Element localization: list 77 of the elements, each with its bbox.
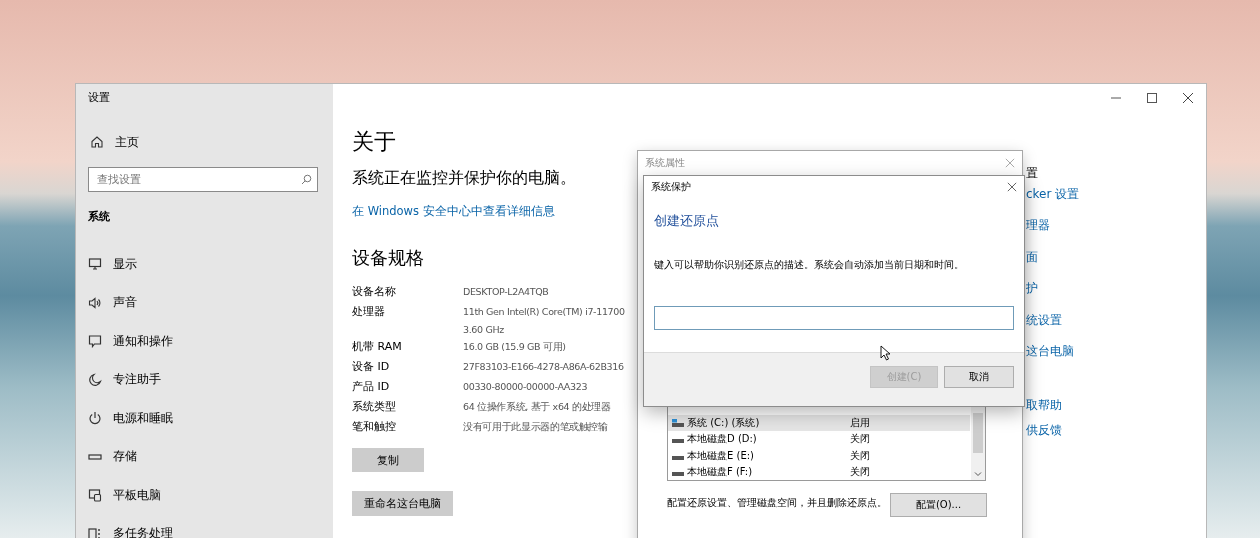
drive-row[interactable]: 系统 (C:) (系统) 启用 <box>668 415 970 432</box>
protection-status: 系统正在监控并保护你的电脑。 <box>352 167 576 189</box>
cancel-button[interactable]: 取消 <box>944 366 1014 388</box>
tablet-icon <box>88 488 102 503</box>
sidebar-item[interactable]: 通知和操作 <box>113 332 173 350</box>
sidebar-item[interactable]: 电源和睡眠 <box>113 409 173 427</box>
sidebar-item[interactable]: 专注助手 <box>113 371 161 389</box>
protection-status: 关闭 <box>850 432 871 447</box>
spec-value: 00330-80000-00000-AA323 <box>463 380 588 394</box>
window-title: 系统属性 <box>645 155 685 170</box>
dialog-heading: 创建还原点 <box>654 212 719 230</box>
spec-label: 机带 RAM <box>352 339 403 355</box>
related-link[interactable]: 理器 <box>1026 215 1050 236</box>
drive-row[interactable]: 本地磁盘F (F:) 关闭 <box>668 463 971 480</box>
related-link[interactable]: 这台电脑 <box>1026 340 1074 361</box>
monitor-icon <box>88 257 102 272</box>
window-title: 设置 <box>88 90 110 106</box>
description-input-field[interactable] <box>654 306 1014 330</box>
section-heading: 设备规格 <box>352 246 424 270</box>
page-title: 关于 <box>352 128 396 156</box>
close-icon[interactable] <box>1182 92 1194 104</box>
copy-button[interactable]: 复制 <box>352 448 424 472</box>
sidebar-item[interactable]: 声音 <box>113 294 137 312</box>
drive-name: 系统 (C:) (系统) <box>687 416 760 431</box>
spec-label: 处理器 <box>352 304 386 320</box>
sidebar-item[interactable]: 显示 <box>113 255 137 273</box>
home-link[interactable]: 主页 <box>115 133 139 151</box>
maximize-icon[interactable] <box>1146 92 1158 104</box>
search-field[interactable]: 查找设置 <box>88 167 318 192</box>
config-description: 配置还原设置、管理磁盘空间，并且删除还原点。 <box>667 496 887 510</box>
spec-label: 设备 ID <box>352 359 391 375</box>
protection-status: 启用 <box>850 416 871 431</box>
protection-status: 关闭 <box>850 448 871 463</box>
chevron-down-icon[interactable] <box>974 471 982 477</box>
security-center-link[interactable]: 在 Windows 安全中心中查看详细信息 <box>352 202 555 220</box>
multitask-icon <box>88 526 102 538</box>
section-heading: 置 <box>1026 165 1038 182</box>
section-heading: 系统 <box>88 209 110 225</box>
related-link[interactable]: 面 <box>1026 246 1038 267</box>
drive-row[interactable]: 本地磁盘E (E:) 关闭 <box>668 447 971 464</box>
speaker-icon <box>88 295 102 310</box>
dialog-title: 系统保护 <box>651 180 691 194</box>
drive-name: 本地磁盘D (D:) <box>687 432 757 447</box>
close-icon[interactable] <box>1007 182 1017 192</box>
rename-button[interactable]: 重命名这台电脑 <box>352 491 453 516</box>
configure-button[interactable]: 配置(O)... <box>890 493 987 517</box>
drive-name: 本地磁盘E (E:) <box>687 448 754 463</box>
protection-status: 关闭 <box>850 464 871 479</box>
spec-label: 设备名称 <box>352 284 397 300</box>
sidebar-item[interactable]: 多任务处理 <box>113 525 173 538</box>
dialog-description: 键入可以帮助你识别还原点的描述。系统会自动添加当前日期和时间。 <box>654 258 964 272</box>
related-link[interactable]: 统设置 <box>1026 309 1062 330</box>
spec-label: 产品 ID <box>352 379 391 395</box>
spec-value: 16.0 GB (15.9 GB 可用) <box>463 340 566 354</box>
spec-value: 64 位操作系统, 基于 x64 的处理器 <box>463 400 611 414</box>
drive-name: 本地磁盘F (F:) <box>687 464 753 479</box>
related-link[interactable]: cker 设置 <box>1026 184 1080 204</box>
spec-value: 27F83103-E166-4278-A86A-62B316 <box>463 360 624 374</box>
search-icon <box>301 174 312 185</box>
mouse-pointer-icon <box>880 345 891 361</box>
drive-row[interactable]: 本地磁盘D (D:) 关闭 <box>668 431 971 448</box>
spec-value: 3.60 GHz <box>463 323 504 337</box>
sidebar-item[interactable]: 平板电脑 <box>113 486 161 504</box>
message-icon <box>88 334 102 349</box>
moon-icon <box>88 372 102 387</box>
spec-value: 没有可用于此显示器的笔或触控输 <box>463 420 608 434</box>
help-link[interactable]: 供反馈 <box>1026 419 1062 440</box>
power-icon <box>88 411 102 426</box>
spec-value: 11th Gen Intel(R) Core(TM) i7-11700 <box>463 305 625 319</box>
system-drive-icon <box>672 419 684 428</box>
spec-label: 笔和触控 <box>352 419 397 435</box>
spec-value: DESKTOP-L2A4TQB <box>463 285 549 299</box>
sidebar-item[interactable]: 存储 <box>113 448 137 466</box>
related-link[interactable]: 护 <box>1026 278 1038 299</box>
help-link[interactable]: 取帮助 <box>1026 394 1062 415</box>
spec-label: 系统类型 <box>352 399 397 415</box>
home-icon <box>90 135 104 149</box>
